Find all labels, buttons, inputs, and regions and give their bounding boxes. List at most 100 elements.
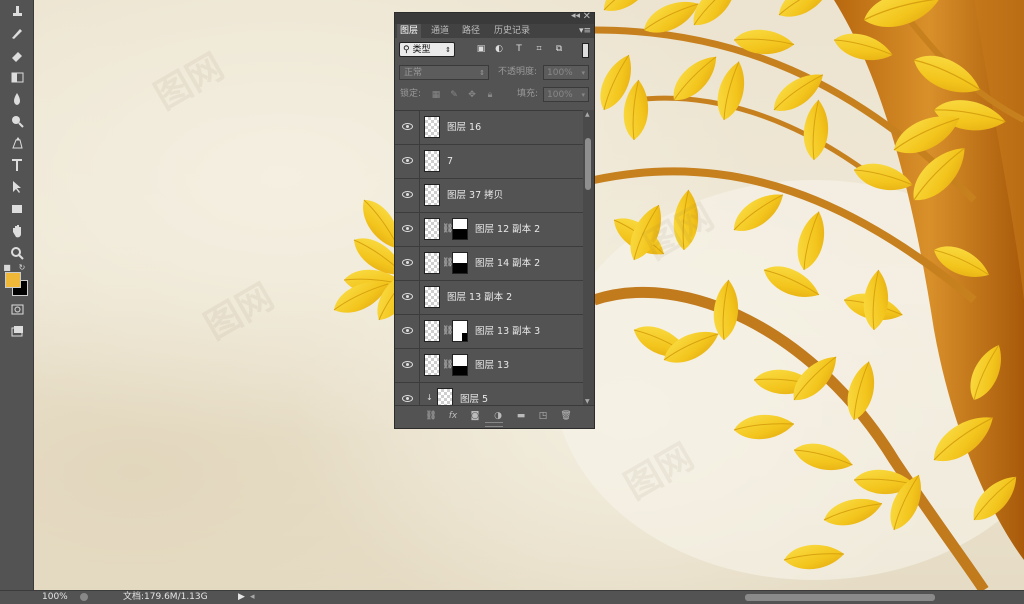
tab-history[interactable]: 历史记录 bbox=[491, 24, 533, 38]
eraser-tool-icon[interactable] bbox=[6, 46, 28, 64]
scroll-up-icon[interactable]: ▲ bbox=[585, 111, 590, 118]
layer-name[interactable]: 图层 16 bbox=[447, 111, 481, 144]
layer-style-fx-icon[interactable]: fx bbox=[447, 411, 459, 421]
layer-name[interactable]: 图层 5 bbox=[460, 383, 488, 407]
visibility-eye-icon[interactable] bbox=[402, 191, 413, 198]
layer-row[interactable]: 图层 16 bbox=[395, 111, 583, 145]
layer-mask-thumbnail[interactable] bbox=[452, 354, 468, 376]
scroll-left-icon[interactable]: ◂ bbox=[250, 591, 255, 604]
tab-paths[interactable]: 路径 bbox=[459, 24, 483, 38]
screen-mode-icon[interactable] bbox=[6, 322, 28, 340]
chevron-down-icon: ▾ bbox=[581, 91, 585, 99]
foreground-color-swatch[interactable] bbox=[5, 272, 21, 288]
filter-toggle[interactable] bbox=[582, 43, 589, 58]
delete-layer-icon[interactable]: 🗑︎ bbox=[560, 411, 572, 421]
stepper-icon: ⇕ bbox=[479, 69, 485, 77]
visibility-eye-icon[interactable] bbox=[402, 123, 413, 130]
pixel-filter-icon[interactable]: ▣ bbox=[475, 44, 487, 55]
layer-name[interactable]: 图层 13 bbox=[475, 349, 509, 382]
new-layer-icon[interactable]: ◳ bbox=[537, 411, 549, 421]
tab-channels[interactable]: 通道 bbox=[428, 24, 452, 38]
layers-scrollbar[interactable]: ▲ ▼ bbox=[583, 110, 594, 406]
visibility-eye-icon[interactable] bbox=[402, 225, 413, 232]
stamp-tool-icon[interactable] bbox=[6, 2, 28, 20]
type-filter-icon[interactable]: T bbox=[513, 44, 525, 55]
blur-tool-icon[interactable] bbox=[6, 90, 28, 108]
quick-mask-icon[interactable] bbox=[6, 300, 28, 318]
divider bbox=[419, 145, 420, 178]
layer-name[interactable]: 图层 14 副本 2 bbox=[475, 247, 540, 280]
layer-name[interactable]: 图层 12 副本 2 bbox=[475, 213, 540, 246]
layer-row[interactable]: ⛓︎ 图层 13 bbox=[395, 349, 583, 383]
horizontal-scroll-thumb[interactable] bbox=[745, 594, 935, 601]
gradient-tool-icon[interactable] bbox=[6, 68, 28, 86]
divider bbox=[419, 383, 420, 407]
history-brush-tool-icon[interactable] bbox=[6, 24, 28, 42]
zoom-level[interactable]: 100% bbox=[42, 591, 68, 604]
layers-bottom-bar: ⛓︎ fx ◙ ◑ ▬ ◳ 🗑︎ bbox=[395, 405, 594, 428]
status-menu-arrow-icon[interactable]: ▶ bbox=[238, 591, 245, 604]
tab-layers[interactable]: 图层 bbox=[397, 24, 422, 38]
layer-row[interactable]: ⛓︎ 图层 12 副本 2 bbox=[395, 213, 583, 247]
link-layers-icon[interactable]: ⛓︎ bbox=[425, 411, 437, 421]
lock-position-icon[interactable]: ✥ bbox=[467, 90, 477, 100]
stepper-icon: ⇕ bbox=[445, 46, 451, 54]
shape-filter-icon[interactable]: ⌗ bbox=[533, 44, 545, 55]
layer-thumbnail bbox=[424, 286, 440, 308]
clipping-mask-arrow-icon: ↓ bbox=[426, 393, 433, 402]
rectangle-tool-icon[interactable] bbox=[6, 200, 28, 218]
visibility-eye-icon[interactable] bbox=[402, 157, 413, 164]
lock-transparent-icon[interactable]: ▦ bbox=[431, 90, 441, 100]
layer-row[interactable]: 7 bbox=[395, 145, 583, 179]
visibility-eye-icon[interactable] bbox=[402, 361, 413, 368]
layer-name[interactable]: 7 bbox=[447, 145, 453, 178]
blend-mode-select[interactable]: 正常 ⇕ bbox=[399, 65, 489, 80]
layer-mask-thumbnail[interactable] bbox=[452, 252, 468, 274]
filter-kind-select[interactable]: ⚲ 类型 ⇕ bbox=[399, 42, 455, 57]
layer-row[interactable]: 图层 37 拷贝 bbox=[395, 179, 583, 213]
visibility-eye-icon[interactable] bbox=[402, 395, 413, 402]
scroll-down-icon[interactable]: ▼ bbox=[585, 398, 590, 405]
hand-tool-icon[interactable] bbox=[6, 222, 28, 240]
tools-panel: ■ ↻ bbox=[0, 0, 34, 590]
layer-thumbnail bbox=[424, 150, 440, 172]
lock-all-icon[interactable]: 🔒︎ bbox=[485, 90, 495, 100]
panel-titlebar[interactable]: ◂◂ ✕ bbox=[395, 11, 594, 24]
layer-name[interactable]: 图层 13 副本 3 bbox=[475, 315, 540, 348]
panel-menu-icon[interactable]: ▾≡ bbox=[579, 24, 591, 38]
layer-row[interactable]: 图层 13 副本 2 bbox=[395, 281, 583, 315]
layer-mask-thumbnail[interactable] bbox=[452, 320, 468, 342]
opacity-label: 不透明度: bbox=[498, 67, 538, 77]
scroll-thumb[interactable] bbox=[585, 138, 591, 190]
close-icon[interactable]: ✕ bbox=[583, 11, 591, 22]
visibility-eye-icon[interactable] bbox=[402, 293, 413, 300]
collapse-icon[interactable]: ◂◂ bbox=[571, 11, 580, 21]
layer-row[interactable]: ⛓︎ 图层 13 副本 3 bbox=[395, 315, 583, 349]
new-group-icon[interactable]: ▬ bbox=[515, 411, 527, 421]
layer-name[interactable]: 图层 13 副本 2 bbox=[447, 281, 512, 314]
layer-thumbnail bbox=[424, 320, 440, 342]
path-selection-tool-icon[interactable] bbox=[6, 178, 28, 196]
layer-thumbnail bbox=[424, 354, 440, 376]
share-icon[interactable] bbox=[80, 593, 88, 601]
dodge-tool-icon[interactable] bbox=[6, 112, 28, 130]
resize-grip[interactable] bbox=[485, 422, 503, 427]
opacity-field[interactable]: 100% ▾ bbox=[543, 65, 589, 80]
visibility-eye-icon[interactable] bbox=[402, 327, 413, 334]
layer-mask-thumbnail[interactable] bbox=[452, 218, 468, 240]
smart-object-filter-icon[interactable]: ⧉ bbox=[553, 44, 565, 55]
add-mask-icon[interactable]: ◙ bbox=[469, 411, 481, 421]
layers-panel: ◂◂ ✕ 图层 通道 路径 历史记录 ▾≡ ⚲ 类型 ⇕ ▣ ◐ T ⌗ ⧉ 正常… bbox=[394, 11, 595, 429]
type-tool-icon[interactable] bbox=[6, 156, 28, 174]
layer-thumbnail bbox=[424, 116, 440, 138]
adjustment-filter-icon[interactable]: ◐ bbox=[493, 44, 505, 55]
status-bar: 100% 文档:179.6M/1.13G ▶ ◂ bbox=[0, 590, 1024, 604]
layer-name[interactable]: 图层 37 拷贝 bbox=[447, 179, 503, 212]
visibility-eye-icon[interactable] bbox=[402, 259, 413, 266]
layer-row[interactable]: ↓ 图层 5 bbox=[395, 383, 583, 407]
pen-tool-icon[interactable] bbox=[6, 134, 28, 152]
adjustment-layer-icon[interactable]: ◑ bbox=[492, 411, 504, 421]
lock-image-icon[interactable]: ✎ bbox=[449, 90, 459, 100]
fill-field[interactable]: 100% ▾ bbox=[543, 87, 589, 102]
layer-row[interactable]: ⛓︎ 图层 14 副本 2 bbox=[395, 247, 583, 281]
